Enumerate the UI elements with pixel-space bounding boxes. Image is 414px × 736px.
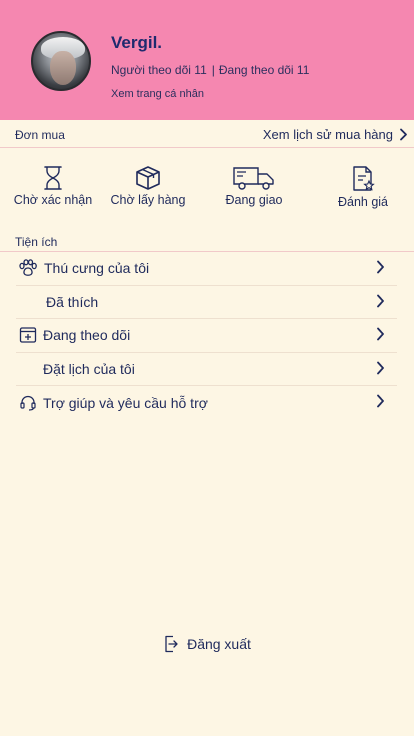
menu-item-label: Đặt lịch của tôi — [43, 360, 135, 377]
menu-item-label: Đã thích — [46, 293, 99, 310]
orders-section-header: Đơn mua Xem lịch sử mua hàng — [0, 120, 414, 148]
logout-button[interactable]: Đăng xuất — [0, 632, 414, 656]
logout-label: Đăng xuất — [187, 636, 251, 652]
chevron-right-icon — [377, 394, 384, 408]
menu-item-label: Đang theo dõi — [43, 327, 131, 344]
menu-item-label: Thú cưng của tôi — [44, 260, 150, 277]
order-history-label: Xem lịch sử mua hàng — [262, 127, 393, 142]
menu-item-my-pets[interactable]: Thú cưng của tôi — [16, 252, 397, 286]
review-document-icon — [353, 166, 375, 191]
truck-icon — [233, 167, 274, 190]
menu-item-my-bookings[interactable]: Đặt lịch của tôi — [16, 353, 397, 386]
follow-separator: | — [211, 63, 215, 77]
chevron-right-icon — [400, 128, 407, 141]
chevron-right-icon — [377, 361, 384, 374]
following-count[interactable]: Đang theo dõi 11 — [219, 63, 310, 77]
chevron-right-icon — [377, 327, 384, 341]
box-icon — [136, 166, 160, 190]
utilities-title: Tiện ích — [15, 235, 58, 249]
paw-icon — [16, 256, 40, 280]
avatar[interactable] — [31, 31, 91, 91]
liked-icon-placeholder — [16, 290, 40, 314]
menu-item-following[interactable]: Đang theo dõi — [16, 319, 397, 353]
add-calendar-icon — [16, 323, 40, 347]
status-label: Đánh giá — [337, 195, 389, 209]
menu-item-liked[interactable]: Đã thích — [16, 286, 397, 319]
view-profile-link[interactable]: Xem trang cá nhân — [111, 88, 204, 100]
status-label: Chờ lấy hàng — [110, 193, 186, 207]
status-label: Chờ xác nhận — [13, 193, 93, 207]
booking-icon-placeholder — [16, 357, 40, 381]
headset-icon — [16, 391, 40, 415]
avatar-face — [50, 51, 76, 85]
utilities-menu: Thú cưng của tôi Đã thích Đang theo dõi … — [16, 252, 397, 420]
hourglass-icon — [44, 166, 62, 190]
chevron-right-icon — [377, 260, 384, 274]
status-label: Đang giao — [225, 193, 283, 207]
follow-stats: Người theo dõi 11 | Đang theo dõi 11 — [111, 63, 309, 77]
status-review[interactable]: Đánh giá — [313, 165, 413, 209]
chevron-right-icon — [377, 294, 384, 307]
menu-item-label: Trợ giúp và yêu cầu hỗ trợ — [43, 394, 208, 411]
logout-icon — [165, 635, 178, 653]
menu-item-help-support[interactable]: Trợ giúp và yêu cầu hỗ trợ — [16, 386, 397, 420]
status-pending-confirmation[interactable]: Chờ xác nhận — [3, 165, 103, 207]
profile-header: Vergil. Người theo dõi 11 | Đang theo dõi … — [0, 0, 414, 120]
orders-title: Đơn mua — [15, 128, 65, 142]
status-in-delivery[interactable]: Đang giao — [204, 165, 304, 207]
followers-count[interactable]: Người theo dõi 11 — [111, 63, 207, 77]
username: Vergil. — [111, 33, 163, 52]
order-history-link[interactable]: Xem lịch sử mua hàng — [263, 127, 408, 142]
status-awaiting-pickup[interactable]: Chờ lấy hàng — [98, 165, 198, 207]
